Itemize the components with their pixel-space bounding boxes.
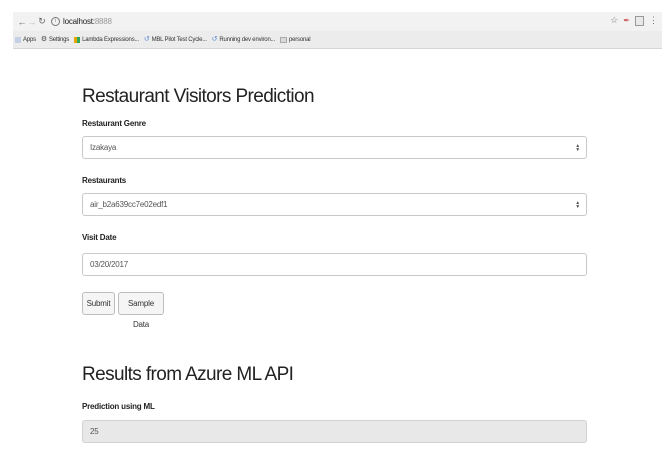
bookmark-label: Settings <box>48 36 70 43</box>
loading-spinner-icon: ↺ <box>211 35 218 43</box>
lambda-favicon-icon <box>74 36 81 43</box>
gear-icon: ⚙ <box>40 35 47 43</box>
toolbar-actions: ☆ ✒ ⋮ <box>610 15 658 26</box>
address-bar[interactable]: localhost:8888 <box>63 17 112 26</box>
bookmark-apps[interactable]: Apps <box>15 36 36 43</box>
bookmark-label: Apps <box>23 36 36 43</box>
loading-spinner-icon: ↺ <box>143 35 150 43</box>
forward-arrow-icon[interactable]: → <box>27 17 37 27</box>
bookmark-running-dev[interactable]: ↺ Running dev environ... <box>211 35 276 43</box>
page-title: Restaurant Visitors Prediction <box>82 86 315 107</box>
restaurant-select[interactable]: air_b2a639cc7e02edf1 ▲ ▼ <box>82 193 587 216</box>
bookmark-settings[interactable]: ⚙ Settings <box>40 35 70 43</box>
page-content: Restaurant Visitors Prediction Restauran… <box>13 49 662 459</box>
prediction-label: Prediction using ML <box>82 402 155 411</box>
prediction-value: 25 <box>90 427 99 436</box>
sample-data-button[interactable]: Sample Data <box>118 292 164 329</box>
extension-icon[interactable] <box>635 15 644 26</box>
submit-button[interactable]: Submit <box>82 292 115 315</box>
genre-select-value: Izakaya <box>90 143 117 152</box>
browser-toolbar: ← → ↻ i localhost:8888 ☆ ✒ ⋮ <box>13 12 662 31</box>
bookmark-label: Running dev environ... <box>219 36 275 43</box>
genre-label: Restaurant Genre <box>82 119 146 128</box>
bookmark-label: MBL Pilot Test Cycle... <box>151 36 207 43</box>
folder-icon <box>279 36 287 43</box>
site-info-icon[interactable]: i <box>51 17 60 26</box>
visit-date-input[interactable]: 03/20/2017 <box>82 253 587 276</box>
bookmark-personal[interactable]: personal <box>279 36 311 43</box>
bookmark-lambda[interactable]: Lambda Expressions... <box>74 36 139 43</box>
pen-extension-icon[interactable]: ✒ <box>623 16 630 25</box>
visit-date-value: 03/20/2017 <box>90 260 129 269</box>
back-arrow-icon[interactable]: ← <box>17 17 27 27</box>
genre-select[interactable]: Izakaya ▲ ▼ <box>82 136 587 159</box>
apps-grid-icon <box>15 36 21 43</box>
prediction-output: 25 <box>82 420 587 443</box>
restaurant-select-value: air_b2a639cc7e02edf1 <box>90 200 168 209</box>
browser-window: ← → ↻ i localhost:8888 ☆ ✒ ⋮ Apps ⚙ Sett… <box>13 12 662 459</box>
select-caret-icon: ▲ ▼ <box>575 143 580 153</box>
bookmark-label: Lambda Expressions... <box>82 36 139 43</box>
bookmarks-bar: Apps ⚙ Settings Lambda Expressions... ↺ … <box>13 31 662 49</box>
bookmark-mbl[interactable]: ↺ MBL Pilot Test Cycle... <box>143 35 207 43</box>
menu-dots-icon[interactable]: ⋮ <box>649 15 658 26</box>
visit-date-label: Visit Date <box>82 233 117 242</box>
url-port: 8888 <box>94 17 112 26</box>
url-host: localhost: <box>63 17 95 26</box>
reload-icon[interactable]: ↻ <box>37 16 47 27</box>
results-title: Results from Azure ML API <box>82 364 294 385</box>
restaurants-label: Restaurants <box>82 176 127 185</box>
bookmark-label: personal <box>288 36 311 43</box>
select-caret-icon: ▲ ▼ <box>575 200 580 210</box>
bookmark-star-icon[interactable]: ☆ <box>610 15 618 26</box>
